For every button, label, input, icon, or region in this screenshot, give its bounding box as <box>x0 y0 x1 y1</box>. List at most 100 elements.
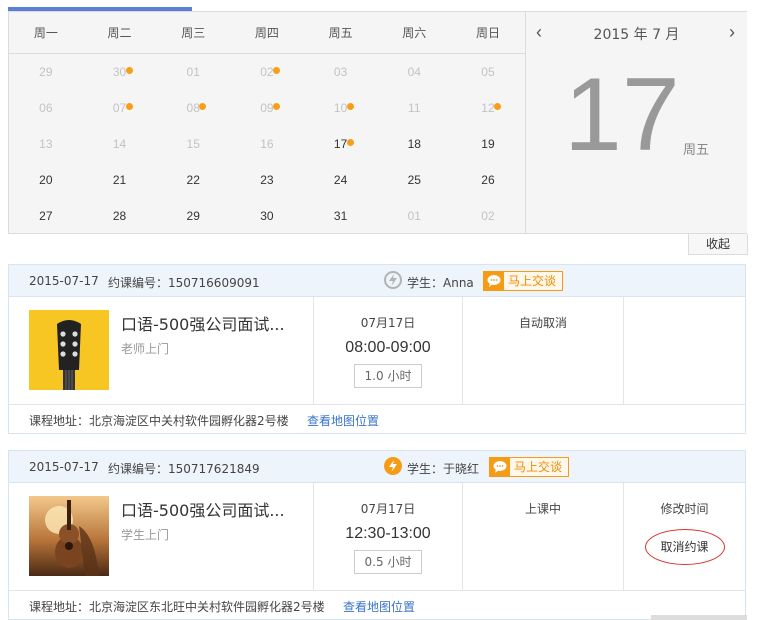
has-course-dot-icon <box>199 103 207 110</box>
time-range: 12:30-13:00 <box>345 525 431 542</box>
calendar-day-number: 30 <box>260 209 274 223</box>
has-course-dot-icon <box>346 103 354 110</box>
weekday-fri: 周五 <box>328 26 353 40</box>
order-number: 约课编号：150717621849 <box>108 462 260 476</box>
calendar-day[interactable]: 02 <box>451 198 525 234</box>
calendar-day[interactable]: 18 <box>377 126 451 162</box>
calendar-grid: 周一 周二 周三 周四 周五 周六 周日 29 30 01 02 03 04 05 06 07 0… <box>9 12 525 233</box>
calendar-day[interactable]: 02 <box>230 54 304 90</box>
calendar-day-number: 03 <box>333 65 348 79</box>
calendar-day[interactable]: 17 <box>304 126 378 162</box>
calendar-day-number: 05 <box>481 65 495 79</box>
calendar-day-number: 31 <box>333 209 348 223</box>
calendar-day-number: 02 <box>260 65 274 79</box>
chat-now-button[interactable]: 马上交谈 <box>483 271 564 291</box>
has-course-dot-icon <box>273 103 281 110</box>
chat-bubble-icon <box>484 272 504 290</box>
chat-bubble-icon <box>490 458 510 476</box>
course-actions <box>624 297 745 404</box>
course-info: 口语-500强公司面试... 老师上门 <box>9 297 314 404</box>
calendar-day[interactable]: 14 <box>83 126 157 162</box>
calendar-day[interactable]: 30 <box>230 198 304 234</box>
calendar-day[interactable]: 16 <box>230 126 304 162</box>
horizontal-scrollbar[interactable] <box>651 615 747 620</box>
course-mode: 老师上门 <box>121 342 170 356</box>
calendar: 周一 周二 周三 周四 周五 周六 周日 29 30 01 02 03 04 05 06 07 0… <box>8 11 747 234</box>
calendar-day-number: 19 <box>481 137 495 151</box>
calendar-day-number: 01 <box>186 65 200 79</box>
student-name: 学生：Anna <box>407 276 474 290</box>
calendar-day[interactable]: 01 <box>156 54 230 90</box>
calendar-week-row: 13 14 15 16 17 18 19 <box>9 126 525 162</box>
calendar-day[interactable]: 08 <box>156 90 230 126</box>
weekday-header: 周一 周二 周三 周四 周五 周六 周日 <box>9 12 525 54</box>
course-status: 自动取消 <box>463 297 624 404</box>
order-number: 约课编号：150716609091 <box>108 276 260 290</box>
calendar-day[interactable]: 24 <box>304 162 378 198</box>
calendar-day-number: 16 <box>260 137 274 151</box>
calendar-day[interactable]: 10 <box>304 90 378 126</box>
chat-now-label: 马上交谈 <box>514 460 563 474</box>
calendar-day-number: 14 <box>112 137 127 151</box>
weekday-wed: 周三 <box>181 26 206 40</box>
course-title[interactable]: 口语-500强公司面试... <box>121 497 285 521</box>
calendar-day-number: 08 <box>186 101 200 115</box>
calendar-day[interactable]: 13 <box>9 126 83 162</box>
course-title[interactable]: 口语-500强公司面试... <box>121 311 285 335</box>
calendar-day[interactable]: 05 <box>451 54 525 90</box>
duration-badge: 1.0 小时 <box>353 364 423 388</box>
calendar-day-number: 29 <box>186 209 200 223</box>
calendar-day[interactable]: 20 <box>9 162 83 198</box>
calendar-day[interactable]: 15 <box>156 126 230 162</box>
calendar-day[interactable]: 30 <box>83 54 157 90</box>
guitar-head-icon[interactable] <box>29 310 109 390</box>
guitar-photo-icon[interactable] <box>29 496 109 576</box>
calendar-day[interactable]: 31 <box>304 198 378 234</box>
calendar-day-number: 06 <box>39 101 53 115</box>
calendar-day[interactable]: 11 <box>377 90 451 126</box>
calendar-day[interactable]: 09 <box>230 90 304 126</box>
calendar-day[interactable]: 21 <box>83 162 157 198</box>
cancel-booking-button[interactable]: 取消约课 <box>644 529 725 565</box>
course-card: 2015-07-17 约课编号：150716609091 学生：Anna 马上交… <box>8 264 746 434</box>
calendar-day[interactable]: 04 <box>377 54 451 90</box>
calendar-day[interactable]: 07 <box>83 90 157 126</box>
duration-badge: 0.5 小时 <box>353 550 423 574</box>
calendar-day[interactable]: 29 <box>156 198 230 234</box>
calendar-day-number: 23 <box>260 173 274 187</box>
calendar-day[interactable]: 03 <box>304 54 378 90</box>
calendar-day-number: 25 <box>407 173 421 187</box>
calendar-day[interactable]: 29 <box>9 54 83 90</box>
modify-time-link[interactable]: 修改时间 <box>624 500 745 517</box>
view-map-link[interactable]: 查看地图位置 <box>307 412 379 429</box>
calendar-day[interactable]: 25 <box>377 162 451 198</box>
calendar-day-number: 22 <box>186 173 200 187</box>
calendar-day-number: 07 <box>112 101 127 115</box>
chevron-right-icon[interactable]: › <box>729 22 735 43</box>
view-map-link[interactable]: 查看地图位置 <box>343 598 415 615</box>
has-course-dot-icon <box>346 139 354 146</box>
calendar-day[interactable]: 01 <box>377 198 451 234</box>
calendar-day[interactable]: 23 <box>230 162 304 198</box>
calendar-day[interactable]: 22 <box>156 162 230 198</box>
status-text: 上课中 <box>524 502 561 516</box>
calendar-day-number: 20 <box>39 173 53 187</box>
chat-now-button[interactable]: 马上交谈 <box>489 457 570 477</box>
weekday-thu: 周四 <box>254 26 279 40</box>
course-address: 课程地址：北京海淀区中关村软件园孵化器2号楼 <box>29 414 289 428</box>
time-date: 07月17日 <box>360 316 416 330</box>
calendar-day[interactable]: 26 <box>451 162 525 198</box>
course-date: 2015-07-17 <box>29 460 99 474</box>
calendar-day-number: 27 <box>39 209 53 223</box>
calendar-day[interactable]: 28 <box>83 198 157 234</box>
calendar-day[interactable]: 27 <box>9 198 83 234</box>
course-card-body: 口语-500强公司面试... 学生上门 07月17日 12:30-13:00 0… <box>9 483 745 591</box>
calendar-day[interactable]: 06 <box>9 90 83 126</box>
calendar-day[interactable]: 12 <box>451 90 525 126</box>
collapse-button[interactable]: 收起 <box>688 234 748 255</box>
calendar-day[interactable]: 19 <box>451 126 525 162</box>
calendar-day-number: 26 <box>481 173 495 187</box>
calendar-day-number: 17 <box>333 137 348 151</box>
course-card: 2015-07-17 约课编号：150717621849 学生：于晓红 马上交谈 <box>8 450 746 620</box>
calendar-day-number: 18 <box>407 137 421 151</box>
